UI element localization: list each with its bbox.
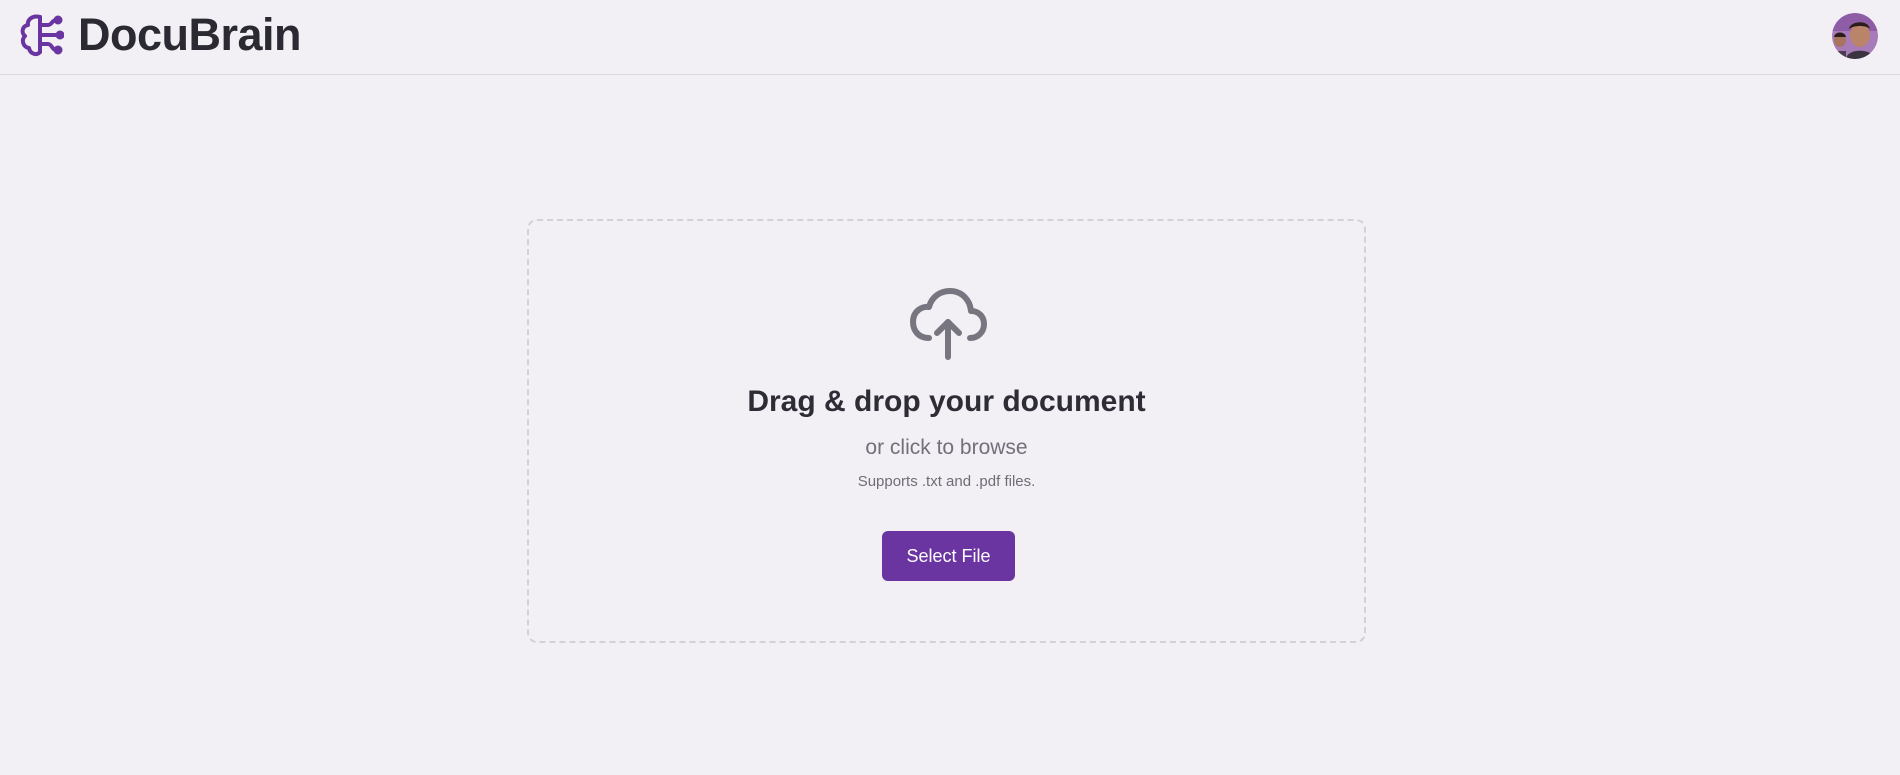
top-bar: DocuBrain xyxy=(0,0,1900,75)
upload-dropzone[interactable]: Drag & drop your document or click to br… xyxy=(527,219,1366,643)
dropzone-title: Drag & drop your document xyxy=(747,385,1146,418)
cloud-upload-icon xyxy=(910,288,987,360)
brain-icon xyxy=(20,14,64,57)
app-logo[interactable]: DocuBrain xyxy=(18,9,302,60)
select-file-button[interactable]: Select File xyxy=(882,531,1015,581)
app-name: DocuBrain xyxy=(78,9,302,60)
dropzone-subtitle: or click to browse xyxy=(865,436,1028,459)
supported-formats-note: Supports .txt and .pdf files. xyxy=(857,473,1036,490)
user-avatar[interactable] xyxy=(1832,13,1878,59)
